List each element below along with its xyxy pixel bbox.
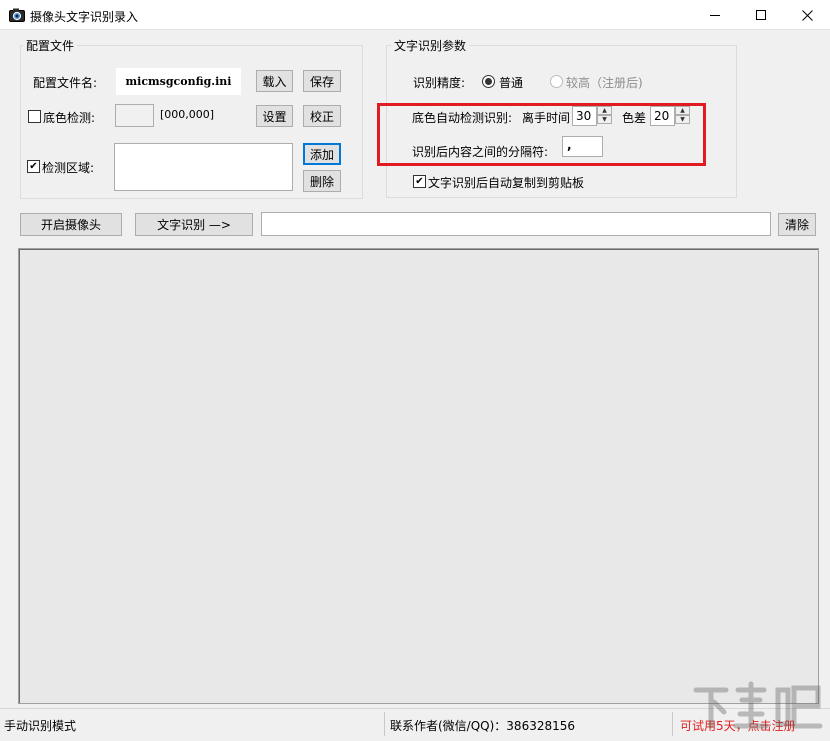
open-camera-button[interactable]: 开启摄像头 [20,213,122,236]
add-button[interactable]: 添加 [303,143,341,165]
highlight-annotation-box [377,103,706,166]
precision-normal-label: 普通 [499,74,523,91]
minimize-icon [710,10,721,21]
bgcolor-swatch [115,104,154,127]
save-button[interactable]: 保存 [303,70,341,92]
bgcolor-checkbox[interactable] [28,110,41,123]
precision-label: 识别精度: [413,74,465,91]
config-file-name: micmsgconfig.ini [115,67,242,96]
region-list[interactable] [114,143,293,191]
load-button[interactable]: 载入 [256,70,293,92]
auto-copy-checkbox[interactable]: ✔ [413,175,426,188]
check-icon: ✔ [415,177,423,187]
precision-high-radio[interactable] [550,75,563,88]
close-icon [802,10,813,21]
config-file-label: 配置文件名: [33,74,97,91]
result-text-field[interactable] [261,212,771,236]
recognize-button[interactable]: 文字识别 —> [135,213,253,236]
status-mode: 手动识别模式 [4,717,76,734]
region-check-label: 检测区域: [42,159,94,176]
close-button[interactable] [784,0,830,30]
region-checkbox[interactable]: ✔ [27,160,40,173]
watermark-logo [690,676,826,738]
window-title: 摄像头文字识别录入 [30,8,138,25]
camera-app-icon [9,8,25,22]
config-group-title: 配置文件 [23,37,77,54]
ocr-group-title: 文字识别参数 [391,37,469,54]
precision-normal-radio[interactable] [482,75,495,88]
radio-dot [485,78,492,85]
status-separator [384,712,385,736]
set-button[interactable]: 设置 [256,105,293,127]
maximize-button[interactable] [738,0,784,30]
check-icon: ✔ [29,162,37,172]
delete-button[interactable]: 删除 [303,170,341,192]
maximize-icon [756,10,767,21]
clear-button[interactable]: 清除 [778,213,816,236]
status-separator [672,712,673,736]
bgcolor-value: [000,000] [160,108,214,121]
bgcolor-check-label: 底色检测: [43,109,95,126]
precision-high-label: 较高（注册后) [566,74,643,91]
auto-copy-label: 文字识别后自动复制到剪贴板 [428,174,584,191]
status-contact: 联系作者(微信/QQ)：386328156 [390,717,575,734]
camera-preview-area[interactable] [18,248,819,704]
minimize-button[interactable] [692,0,738,30]
calibrate-button[interactable]: 校正 [303,105,341,127]
